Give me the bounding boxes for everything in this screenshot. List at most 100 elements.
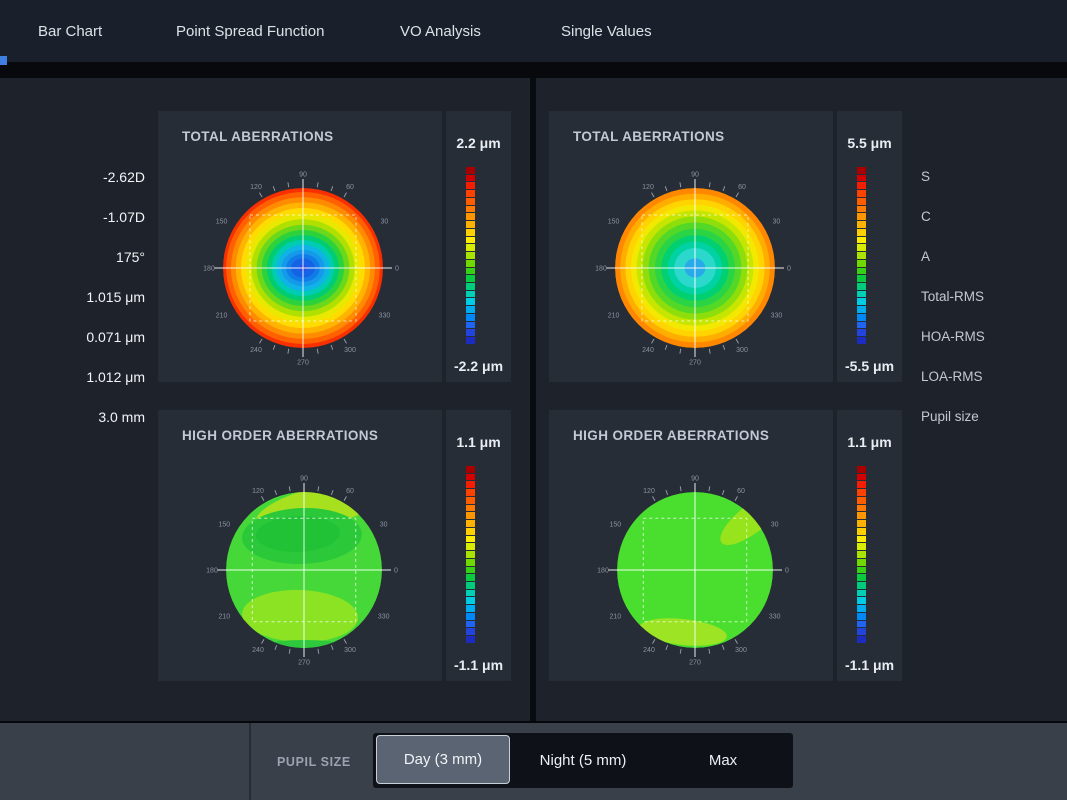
metric-value-c: -1.07D [0, 197, 145, 237]
color-scale-segment [857, 466, 866, 473]
metric-value-a: 175° [0, 237, 145, 277]
color-scale-segment [857, 536, 866, 543]
color-scale-segment [857, 574, 866, 581]
aberration-map: 0306090120150180210240270300330 [158, 111, 442, 382]
color-scale-segment [857, 206, 866, 213]
svg-text:0: 0 [785, 568, 789, 575]
svg-text:210: 210 [608, 313, 620, 320]
metric-label-s: S [921, 157, 1061, 197]
color-scale-segment [857, 543, 866, 550]
color-scale-segment [857, 551, 866, 558]
colorbar-panel-right-total: 5.5 μm -5.5 μm [837, 111, 902, 382]
color-scale-segment [466, 505, 475, 512]
color-scale-segment [466, 536, 475, 543]
scale-max-label: 5.5 μm [837, 135, 902, 151]
svg-text:60: 60 [738, 184, 746, 191]
scale-min-label: -1.1 μm [446, 657, 511, 673]
nav-active-indicator [0, 56, 7, 65]
map-panel-left-hoa: 0306090120150180210240270300330HIGH ORDE… [158, 410, 442, 681]
center-divider [530, 78, 536, 721]
svg-text:180: 180 [597, 568, 609, 575]
pupil-size-label: PUPIL SIZE [277, 723, 351, 800]
color-scale-segment [466, 337, 475, 344]
tab-vo-analysis[interactable]: VO Analysis [400, 0, 481, 62]
color-scale-segment [466, 291, 475, 298]
colorbar-panel-left-hoa: 1.1 μm-1.1 μm [446, 410, 511, 681]
color-scale-segment [857, 298, 866, 305]
tab-point-spread-function[interactable]: Point Spread Function [176, 0, 324, 62]
svg-text:90: 90 [691, 476, 699, 483]
svg-text:300: 300 [736, 347, 748, 354]
svg-text:270: 270 [689, 360, 701, 367]
color-scale-segment [466, 528, 475, 535]
color-scale-segment [857, 190, 866, 197]
color-scale-segment [857, 489, 866, 496]
color-scale-segment [466, 275, 475, 282]
color-scale [466, 466, 475, 643]
pupil-option-day[interactable]: Day (3 mm) [376, 735, 510, 784]
panel-title: HIGH ORDER ABERRATIONS [182, 428, 378, 443]
color-scale-segment [857, 528, 866, 535]
color-scale [857, 466, 866, 643]
color-scale-segment [857, 314, 866, 321]
metric-value-total-rms: 1.015 μm [0, 277, 145, 317]
color-scale-segment [466, 621, 475, 628]
map-panel-right-total: 0306090120150180210240270300330TOTAL ABE… [549, 111, 833, 382]
svg-text:150: 150 [608, 219, 620, 226]
color-scale-segment [466, 481, 475, 488]
color-scale-segment [466, 597, 475, 604]
color-scale-segment [466, 229, 475, 236]
color-scale-segment [857, 283, 866, 290]
pupil-option-max[interactable]: Max [653, 733, 793, 788]
svg-text:30: 30 [381, 219, 389, 226]
color-scale-segment [466, 260, 475, 267]
color-scale-segment [466, 314, 475, 321]
pupil-size-switcher: Day (3 mm)Night (5 mm)Max [373, 733, 793, 788]
svg-text:60: 60 [346, 488, 354, 495]
color-scale-segment [466, 329, 475, 336]
svg-text:0: 0 [787, 266, 791, 273]
panel-title: TOTAL ABERRATIONS [182, 129, 334, 144]
color-scale-segment [857, 567, 866, 574]
color-scale-segment [857, 322, 866, 329]
tab-single-values[interactable]: Single Values [561, 0, 652, 62]
color-scale-segment [857, 229, 866, 236]
color-scale-segment [466, 175, 475, 182]
color-scale-segment [857, 252, 866, 259]
svg-text:240: 240 [250, 347, 262, 354]
color-scale-segment [466, 221, 475, 228]
scale-min-label: -5.5 μm [837, 358, 902, 374]
metric-value-s: -2.62D [0, 157, 145, 197]
svg-text:30: 30 [771, 522, 779, 529]
scale-max-label: 1.1 μm [837, 434, 902, 450]
color-scale-segment [466, 551, 475, 558]
panel-title: TOTAL ABERRATIONS [573, 129, 725, 144]
color-scale-segment [466, 567, 475, 574]
svg-text:330: 330 [771, 313, 783, 320]
metric-label-hoa-rms: HOA-RMS [921, 317, 1061, 357]
color-scale-segment [466, 543, 475, 550]
color-scale-segment [857, 182, 866, 189]
color-scale-segment [466, 489, 475, 496]
svg-text:300: 300 [344, 647, 356, 654]
metric-value-hoa-rms: 0.071 μm [0, 317, 145, 357]
color-scale-segment [857, 636, 866, 643]
footer-bar: PUPIL SIZE Day (3 mm)Night (5 mm)Max [0, 723, 1067, 800]
svg-text:300: 300 [344, 347, 356, 354]
color-scale-segment [466, 605, 475, 612]
svg-text:270: 270 [689, 660, 701, 667]
color-scale-segment [857, 275, 866, 282]
svg-text:180: 180 [203, 266, 215, 273]
color-scale-segment [466, 198, 475, 205]
svg-text:210: 210 [216, 313, 228, 320]
color-scale-segment [466, 636, 475, 643]
color-scale-segment [466, 574, 475, 581]
pupil-option-night[interactable]: Night (5 mm) [513, 733, 653, 788]
tab-bar-chart[interactable]: Bar Chart [38, 0, 102, 62]
svg-text:240: 240 [643, 647, 655, 654]
color-scale-segment [466, 474, 475, 481]
svg-text:330: 330 [379, 313, 391, 320]
color-scale-segment [857, 167, 866, 174]
svg-text:270: 270 [297, 360, 309, 367]
metric-label-a: A [921, 237, 1061, 277]
